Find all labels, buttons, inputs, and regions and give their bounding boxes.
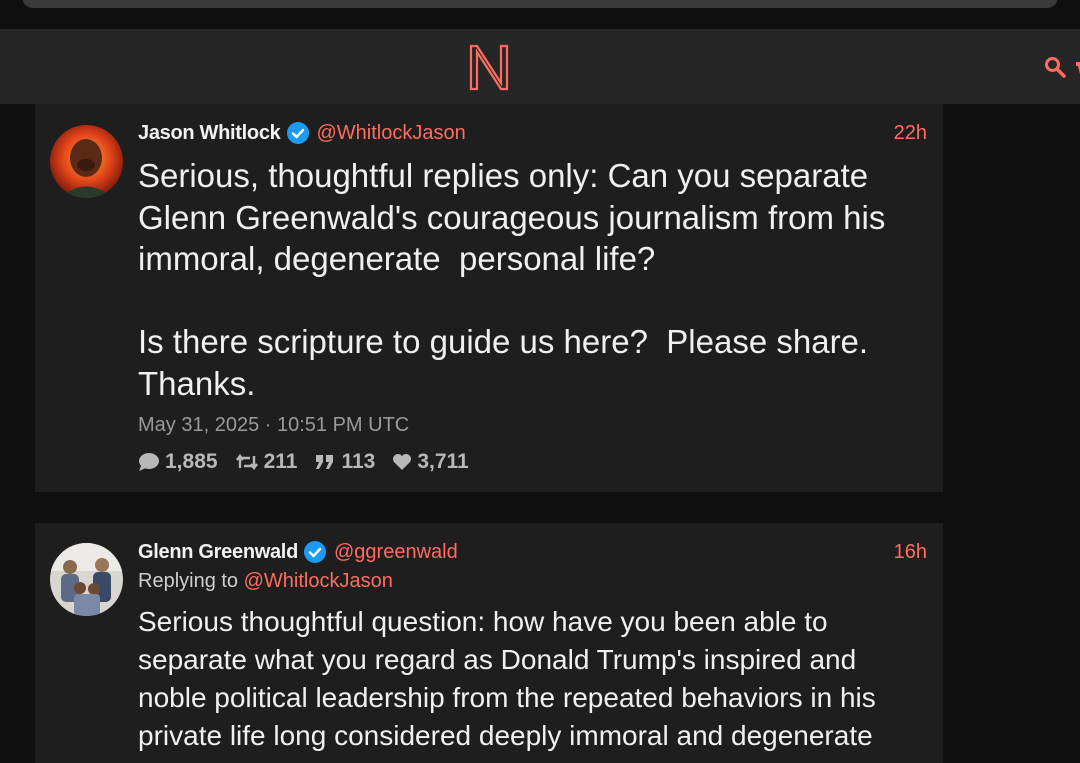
tweet-card[interactable]: Jason Whitlock @WhitlockJason 22h Seriou…	[35, 104, 943, 492]
tweet-text: Serious, thoughtful replies only: Can yo…	[138, 157, 886, 402]
replies-count: 1,885	[165, 450, 218, 473]
verified-icon	[303, 541, 326, 563]
likes-count: 3,711	[417, 450, 469, 473]
quote-icon	[316, 455, 334, 469]
avatar-image	[50, 125, 123, 198]
top-navbar	[0, 29, 1080, 104]
tweet-card[interactable]: Glenn Greenwald @ggreenwald 16h Replying…	[35, 523, 943, 763]
replying-to: Replying to @WhitlockJason	[138, 570, 393, 593]
comment-icon	[139, 453, 159, 471]
nitter-logo-icon[interactable]	[468, 43, 510, 91]
search-icon[interactable]	[1044, 56, 1066, 78]
tweet-header: Glenn Greenwald @ggreenwald 16h	[138, 539, 927, 565]
user-fullname[interactable]: Glenn Greenwald	[138, 541, 298, 564]
heart-icon	[393, 454, 412, 470]
likes-stat[interactable]: 3,711	[392, 450, 469, 474]
quotes-count: 113	[341, 450, 376, 473]
user-fullname[interactable]: Jason Whitlock	[138, 122, 281, 145]
quotes-stat[interactable]: 113	[314, 450, 375, 474]
replies-stat[interactable]: 1,885	[138, 450, 218, 474]
verified-icon	[286, 122, 309, 144]
replying-label: Replying to	[138, 570, 239, 592]
avatar[interactable]	[50, 125, 123, 198]
tweet-stats: 1,885 211 113 3,711	[138, 450, 486, 474]
tweet-header: Jason Whitlock @WhitlockJason 22h	[138, 120, 927, 146]
avatar-image	[50, 543, 123, 616]
avatar[interactable]	[50, 543, 123, 616]
replying-handle-link[interactable]: @WhitlockJason	[244, 570, 393, 592]
browser-url-bar[interactable]	[22, 0, 1058, 8]
tweet-time[interactable]: 16h	[894, 541, 927, 564]
rss-icon[interactable]	[1072, 56, 1080, 78]
tweet-text: Serious thoughtful question: how have yo…	[138, 606, 884, 751]
retweets-stat[interactable]: 211	[235, 450, 298, 474]
user-handle[interactable]: @ggreenwald	[334, 541, 458, 564]
user-handle[interactable]: @WhitlockJason	[317, 122, 466, 145]
retweets-count: 211	[263, 450, 298, 473]
retweet-icon	[235, 454, 258, 470]
tweet-date[interactable]: May 31, 2025 · 10:51 PM UTC	[138, 414, 409, 437]
tweet-time[interactable]: 22h	[894, 122, 927, 145]
